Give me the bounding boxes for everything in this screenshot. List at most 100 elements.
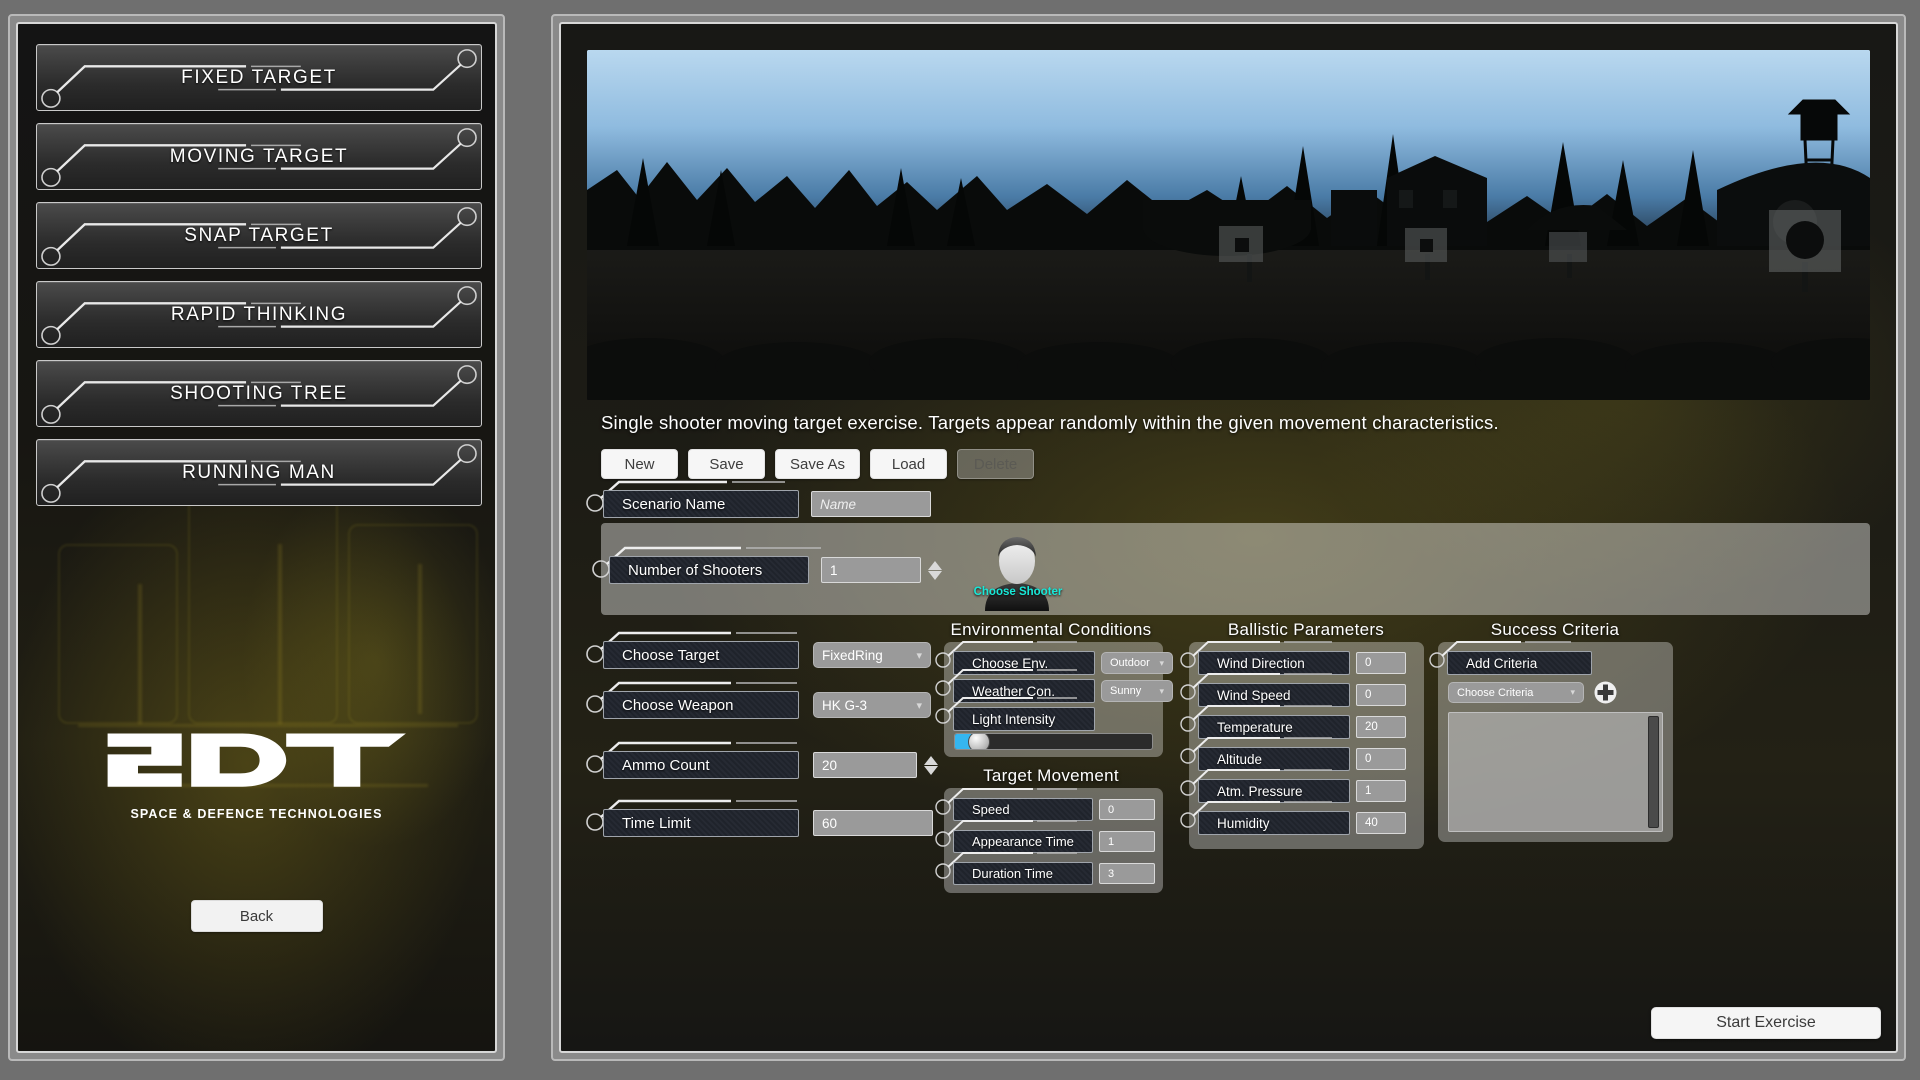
number-of-shooters-stepper[interactable] xyxy=(928,561,944,580)
appearance-time-input[interactable]: 1 xyxy=(1099,831,1155,852)
add-criteria-row: Add Criteria xyxy=(1447,651,1592,675)
chevron-down-icon: ▾ xyxy=(916,699,922,712)
success-criteria-panel: Add Criteria Choose Criteria ▾ xyxy=(1438,642,1673,842)
criteria-list[interactable] xyxy=(1448,712,1663,832)
new-button[interactable]: New xyxy=(601,449,678,479)
environmental-conditions-title: Environmental Conditions xyxy=(941,620,1161,640)
sidebar-item-label: RUNNING MAN xyxy=(37,462,481,484)
sidebar-item-label: RAPID THINKING xyxy=(37,304,481,326)
duration-time-input[interactable]: 3 xyxy=(1099,863,1155,884)
sidebar-item-fixed-target[interactable]: FIXED TARGET xyxy=(36,44,482,111)
sdt-logo-icon xyxy=(100,724,414,800)
scenario-toolbar: New Save Save As Load Delete xyxy=(601,449,1034,479)
light-intensity-label: Light Intensity xyxy=(953,707,1095,731)
ammo-count-input[interactable]: 20 xyxy=(813,752,917,778)
choose-env-value: Outdoor xyxy=(1110,657,1150,669)
left-panel-inner: FIXED TARGET MOVING TARGET xyxy=(16,22,497,1053)
save-button[interactable]: Save xyxy=(688,449,765,479)
time-limit-label: Time Limit xyxy=(603,809,799,837)
target-movement-panel: Speed 0 Appearance Time 1 xyxy=(944,788,1163,893)
application-root: FIXED TARGET MOVING TARGET xyxy=(0,0,1920,1080)
chevron-down-icon: ▾ xyxy=(916,649,922,662)
sidebar-item-label: FIXED TARGET xyxy=(37,67,481,89)
stepper-up-icon[interactable] xyxy=(924,756,938,765)
sidebar-item-running-man[interactable]: RUNNING MAN xyxy=(36,439,482,506)
sidebar-item-moving-target[interactable]: MOVING TARGET xyxy=(36,123,482,190)
company-logo: SPACE & DEFENCE TECHNOLOGIES xyxy=(18,724,495,821)
right-panel-inner: Single shooter moving target exercise. T… xyxy=(559,22,1898,1053)
left-panel: FIXED TARGET MOVING TARGET xyxy=(8,14,505,1061)
ammo-count-label: Ammo Count xyxy=(603,751,799,779)
shooter-avatar[interactable] xyxy=(979,531,1055,611)
choose-weapon-row: Choose Weapon HK G-3 ▾ xyxy=(603,691,931,719)
sidebar-item-label: MOVING TARGET xyxy=(37,146,481,168)
chevron-down-icon: ▾ xyxy=(1159,658,1164,669)
light-intensity-slider[interactable] xyxy=(954,733,1153,750)
humidity-row: Humidity 40 xyxy=(1198,811,1406,835)
duration-time-label: Duration Time xyxy=(953,862,1093,885)
sidebar-item-label: SNAP TARGET xyxy=(37,225,481,247)
choose-criteria-value: Choose Criteria xyxy=(1457,687,1533,699)
choose-weapon-label: Choose Weapon xyxy=(603,691,799,719)
plus-icon[interactable] xyxy=(1593,680,1618,705)
weather-con-dropdown[interactable]: Sunny ▾ xyxy=(1101,680,1173,702)
criteria-scrollbar[interactable] xyxy=(1648,716,1659,828)
scenario-preview-image xyxy=(587,50,1870,400)
number-of-shooters-label: Number of Shooters xyxy=(609,556,809,584)
slider-knob[interactable] xyxy=(968,733,990,750)
duration-time-row: Duration Time 3 xyxy=(953,862,1155,885)
time-limit-input[interactable]: 60 xyxy=(813,810,933,836)
add-criteria-label: Add Criteria xyxy=(1447,651,1592,675)
stepper-down-icon[interactable] xyxy=(928,571,942,580)
ammo-count-row: Ammo Count 20 xyxy=(603,751,940,779)
wind-speed-input[interactable]: 0 xyxy=(1356,684,1406,706)
decor-glow-line xyxy=(418,564,422,714)
ballistic-parameters-panel: Wind Direction 0 Wind Speed 0 xyxy=(1189,642,1424,849)
logo-subtitle: SPACE & DEFENCE TECHNOLOGIES xyxy=(18,807,495,821)
decor-glow-block xyxy=(348,524,478,724)
stepper-down-icon[interactable] xyxy=(924,766,938,775)
choose-weapon-dropdown[interactable]: HK G-3 ▾ xyxy=(813,692,931,718)
choose-env-dropdown[interactable]: Outdoor ▾ xyxy=(1101,652,1173,674)
success-criteria-title: Success Criteria xyxy=(1435,620,1675,640)
choose-target-dropdown[interactable]: FixedRing ▾ xyxy=(813,642,931,668)
scenario-name-input[interactable]: Name xyxy=(811,491,931,517)
choose-weapon-value: HK G-3 xyxy=(822,698,867,713)
environmental-conditions-panel: Choose Env. Outdoor ▾ Weather Co xyxy=(944,642,1163,757)
atm-pressure-input[interactable]: 1 xyxy=(1356,780,1406,802)
back-button[interactable]: Back xyxy=(191,900,323,932)
chevron-down-icon: ▾ xyxy=(1570,687,1575,698)
speed-input[interactable]: 0 xyxy=(1099,799,1155,820)
number-of-shooters-row: Number of Shooters 1 xyxy=(609,556,944,584)
choose-criteria-dropdown[interactable]: Choose Criteria ▾ xyxy=(1448,682,1584,703)
humidity-input[interactable]: 40 xyxy=(1356,812,1406,834)
stepper-up-icon[interactable] xyxy=(928,561,942,570)
decor-glow-block xyxy=(188,494,338,724)
sidebar-item-shooting-tree[interactable]: SHOOTING TREE xyxy=(36,360,482,427)
save-as-button[interactable]: Save As xyxy=(775,449,860,479)
decor-glow-line xyxy=(278,544,282,724)
delete-button: Delete xyxy=(957,449,1034,479)
ballistic-parameters-title: Ballistic Parameters xyxy=(1186,620,1426,640)
sidebar-item-label: SHOOTING TREE xyxy=(37,383,481,405)
start-exercise-button[interactable]: Start Exercise xyxy=(1651,1007,1881,1039)
decor-glow-block xyxy=(58,544,178,724)
choose-shooter-caption[interactable]: Choose Shooter xyxy=(963,586,1073,598)
temperature-input[interactable]: 20 xyxy=(1356,716,1406,738)
wind-direction-input[interactable]: 0 xyxy=(1356,652,1406,674)
load-button[interactable]: Load xyxy=(870,449,947,479)
range-scene-illustration xyxy=(587,50,1870,400)
scenario-name-label: Scenario Name xyxy=(603,490,799,518)
scenario-description: Single shooter moving target exercise. T… xyxy=(601,412,1499,434)
right-panel: Single shooter moving target exercise. T… xyxy=(551,14,1906,1061)
sidebar-item-snap-target[interactable]: SNAP TARGET xyxy=(36,202,482,269)
choose-target-value: FixedRing xyxy=(822,648,883,663)
altitude-input[interactable]: 0 xyxy=(1356,748,1406,770)
choose-target-label: Choose Target xyxy=(603,641,799,669)
decor-glow-line xyxy=(138,584,142,724)
shooters-panel: Number of Shooters 1 xyxy=(601,523,1870,615)
number-of-shooters-input[interactable]: 1 xyxy=(821,557,921,583)
scenario-name-row: Scenario Name Name xyxy=(603,490,931,518)
ammo-count-stepper[interactable] xyxy=(924,756,940,775)
sidebar-item-rapid-thinking[interactable]: RAPID THINKING xyxy=(36,281,482,348)
